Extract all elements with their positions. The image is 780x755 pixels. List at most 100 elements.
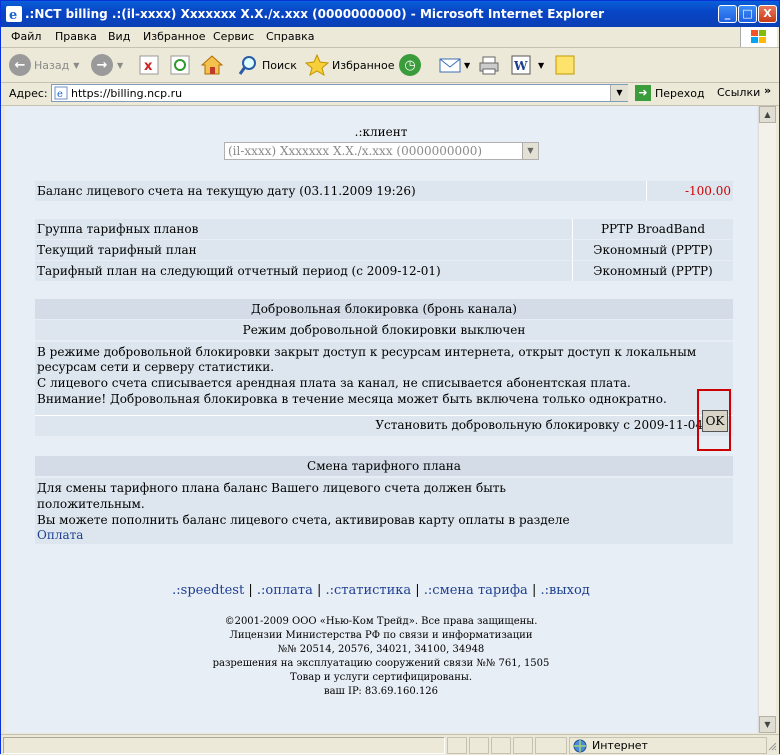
tariff-value: PPTP BroadBand bbox=[600, 222, 706, 236]
mail-button[interactable]: ▼ bbox=[438, 53, 470, 77]
status-pane bbox=[491, 737, 511, 754]
svg-text:e: e bbox=[9, 8, 17, 22]
ok-button[interactable]: OK bbox=[702, 410, 728, 432]
client-label: .:клиент bbox=[354, 125, 408, 139]
address-dropdown-icon[interactable]: ▼ bbox=[610, 85, 628, 101]
links-button[interactable]: Ссылки bbox=[717, 86, 760, 99]
divider bbox=[572, 261, 573, 281]
block-text: В режиме добровольной блокировки закрыт … bbox=[37, 345, 697, 359]
change-header-row: Смена тарифного плана bbox=[35, 456, 733, 476]
change-text: Для смены тарифного плана баланс Вашего … bbox=[37, 481, 506, 495]
change-header: Смена тарифного плана bbox=[307, 459, 461, 473]
zone-pane: Интернет bbox=[569, 737, 767, 754]
scroll-down-icon[interactable]: ▼ bbox=[759, 716, 776, 733]
footer-line: Товар и услуги сертифицированы. bbox=[289, 672, 473, 683]
nav-separator: | bbox=[531, 583, 537, 598]
divider bbox=[646, 181, 647, 201]
menu-bar: Файл Правка Вид Избранное Сервис Справка bbox=[1, 27, 779, 48]
block-text: ресурсам сети и серверу статистики. bbox=[37, 360, 275, 374]
client-select[interactable]: (il-xxxx) Xxxxxxx X.X./x.xxx (0000000000… bbox=[224, 142, 539, 160]
footer-line: разрешения на эксплуатацию сооружений св… bbox=[212, 658, 550, 669]
footer-line: №№ 20514, 20576, 34021, 34100, 34948 bbox=[277, 644, 485, 655]
status-text bbox=[3, 737, 445, 754]
footer-line: ©2001-2009 ООО «Нью-Ком Трейд». Все прав… bbox=[224, 616, 538, 627]
svg-text:x: x bbox=[144, 59, 153, 74]
menu-view[interactable]: Вид bbox=[108, 30, 130, 43]
nav-separator: | bbox=[415, 583, 420, 598]
tariff-row: Тарифный план на следующий отчетный пери… bbox=[35, 261, 733, 281]
toolbar: ← Назад ▼ → ▼ x Поиск Избранное ◷ ▼ W ▼ bbox=[1, 48, 779, 83]
address-label: Адрес: bbox=[9, 87, 48, 100]
resize-grip-icon[interactable] bbox=[767, 741, 777, 751]
balance-value: -100.00 bbox=[684, 184, 731, 198]
scroll-up-icon[interactable]: ▲ bbox=[759, 106, 776, 123]
footer-line: Лицензии Министерства РФ по связи и инфо… bbox=[229, 630, 533, 641]
nav-payment[interactable]: .:оплата bbox=[257, 583, 313, 598]
history-button[interactable]: ◷ bbox=[399, 53, 421, 77]
menu-edit[interactable]: Правка bbox=[55, 30, 97, 43]
page-icon: e bbox=[54, 86, 68, 100]
vertical-scrollbar[interactable]: ▲ ▼ bbox=[758, 106, 776, 733]
back-button[interactable]: ← Назад ▼ bbox=[9, 53, 79, 77]
forward-arrow-icon: → bbox=[91, 54, 113, 76]
go-button[interactable]: ➜ Переход bbox=[635, 85, 705, 101]
close-button[interactable]: X bbox=[758, 5, 777, 23]
stop-button[interactable]: x bbox=[138, 53, 160, 77]
address-bar: Адрес: e https://billing.ncp.ru ▼ ➜ Пере… bbox=[1, 83, 779, 106]
refresh-button[interactable] bbox=[169, 53, 191, 77]
menu-tools[interactable]: Сервис bbox=[213, 30, 254, 43]
history-icon: ◷ bbox=[399, 54, 421, 76]
tariff-label: Текущий тарифный план bbox=[37, 243, 197, 257]
balance-row: Баланс лицевого счета на текущую дату (0… bbox=[35, 181, 733, 201]
nav-change-tariff[interactable]: .:смена тарифа bbox=[424, 583, 528, 598]
search-button[interactable]: Поиск bbox=[237, 53, 297, 77]
star-icon bbox=[305, 54, 329, 76]
ie-logo-icon: e bbox=[6, 6, 22, 22]
status-pane bbox=[513, 737, 533, 754]
block-header-row: Добровольная блокировка (бронь канала) bbox=[35, 299, 733, 319]
block-status-row: Режим добровольной блокировки выключен bbox=[35, 320, 733, 340]
tariff-value: Экономный (PPTP) bbox=[593, 243, 713, 257]
divider bbox=[572, 240, 573, 260]
minimize-button[interactable]: _ bbox=[718, 5, 737, 23]
block-text: Внимание! Добровольная блокировка в тече… bbox=[37, 392, 667, 406]
menu-help[interactable]: Справка bbox=[266, 30, 314, 43]
change-text: положительным. bbox=[37, 497, 145, 511]
forward-button[interactable]: → ▼ bbox=[91, 53, 123, 77]
links-more-icon[interactable]: » bbox=[764, 84, 771, 97]
address-input[interactable]: e https://billing.ncp.ru ▼ bbox=[51, 84, 628, 102]
tariff-value: Экономный (PPTP) bbox=[593, 264, 713, 278]
refresh-icon bbox=[170, 55, 190, 75]
status-bar: Интернет bbox=[1, 734, 779, 755]
nav-exit[interactable]: .:выход bbox=[540, 583, 589, 598]
printer-icon bbox=[479, 56, 499, 75]
nav-speedtest[interactable]: .:speedtest bbox=[172, 583, 244, 598]
nav-separator: | bbox=[248, 583, 253, 598]
block-description: В режиме добровольной блокировки закрыт … bbox=[35, 342, 733, 436]
menu-favorites[interactable]: Избранное bbox=[143, 30, 205, 43]
edit-button[interactable]: W ▼ bbox=[510, 53, 544, 77]
title-bar: e .:NCT billing .:(il-xxxx) Xxxxxxx X.X.… bbox=[1, 1, 779, 27]
status-pane bbox=[535, 737, 567, 754]
svg-text:e: e bbox=[57, 89, 63, 100]
status-pane bbox=[469, 737, 489, 754]
home-button[interactable] bbox=[200, 53, 224, 77]
back-arrow-icon: ← bbox=[9, 54, 31, 76]
notes-button[interactable] bbox=[554, 53, 576, 77]
window-title: .:NCT billing .:(il-xxxx) Xxxxxxx X.X./x… bbox=[25, 7, 605, 21]
tariff-label: Группа тарифных планов bbox=[37, 222, 199, 236]
browser-window: e .:NCT billing .:(il-xxxx) Xxxxxxx X.X.… bbox=[0, 0, 780, 755]
page-body: .:клиент (il-xxxx) Xxxxxxx X.X./x.xxx (0… bbox=[5, 106, 757, 733]
search-icon bbox=[238, 56, 256, 75]
payment-link[interactable]: Оплата bbox=[37, 528, 83, 542]
tariff-row: Группа тарифных планов PPTP BroadBand bbox=[35, 219, 733, 239]
maximize-button[interactable]: □ bbox=[738, 5, 757, 23]
print-button[interactable] bbox=[477, 53, 501, 77]
chevron-down-icon: ▼ bbox=[73, 60, 80, 70]
block-status: Режим добровольной блокировки выключен bbox=[242, 323, 526, 337]
stop-icon: x bbox=[139, 55, 159, 75]
menu-file[interactable]: Файл bbox=[11, 30, 41, 43]
svg-text:W: W bbox=[513, 59, 528, 73]
favorites-button[interactable]: Избранное bbox=[305, 53, 394, 77]
nav-statistics[interactable]: .:статистика bbox=[326, 583, 412, 598]
